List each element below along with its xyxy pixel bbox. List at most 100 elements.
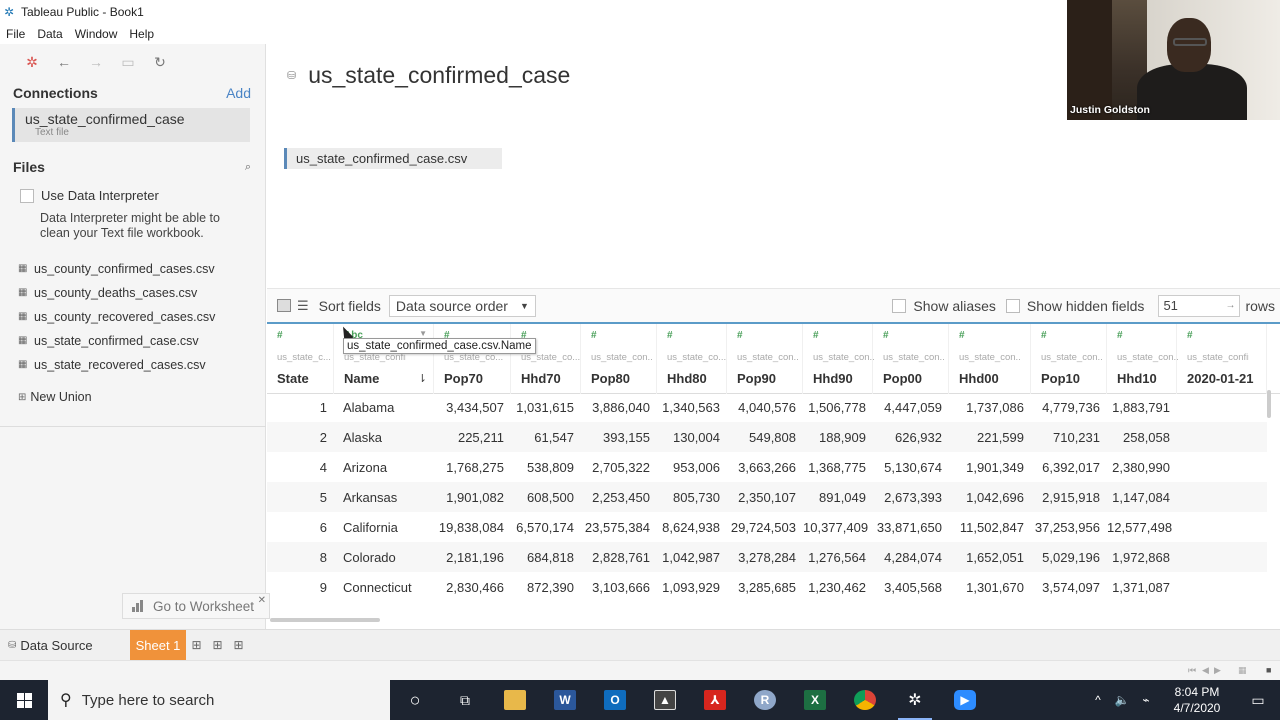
file-item[interactable]: ▦ us_county_deaths_cases.csv (0, 281, 265, 305)
new-worksheet-icon[interactable]: ⊞ (186, 638, 207, 652)
column-header[interactable]: # us_state_con... Hhd00 (949, 324, 1031, 394)
volume-icon[interactable]: 🔈 (1110, 693, 1134, 707)
cortana-icon[interactable]: ○ (390, 680, 440, 720)
type-icon[interactable]: # (277, 330, 283, 341)
tab-sheet1[interactable]: Sheet 1 (130, 629, 186, 661)
show-aliases-checkbox[interactable] (892, 298, 907, 313)
type-icon[interactable]: # (667, 330, 673, 341)
new-story-icon[interactable]: ⊞ (228, 638, 249, 652)
search-icon: ⚲ (60, 692, 72, 709)
column-header[interactable]: # us_state_con... Hhd90 (803, 324, 875, 394)
network-icon[interactable]: ⌁ (1134, 693, 1158, 707)
file-explorer-icon[interactable] (490, 680, 540, 720)
notification-icon[interactable]: ▭ (1236, 692, 1280, 709)
r-icon[interactable]: R (740, 680, 790, 720)
column-header[interactable]: # us_state_confirme... 2020-01-21 (1177, 324, 1267, 394)
chevron-up-icon[interactable]: ^ (1086, 693, 1110, 707)
column-header[interactable]: # us_state_con... Hhd10 (1107, 324, 1179, 394)
grid-view-icon[interactable]: ▦ (1238, 665, 1247, 676)
type-icon[interactable]: # (813, 330, 819, 341)
column-header[interactable]: # us_state_con... Pop00 (873, 324, 949, 394)
table-cell: 2,828,761 (592, 550, 650, 565)
forward-icon[interactable]: → (80, 54, 112, 70)
data-interpreter-option[interactable]: Use Data Interpreter (20, 188, 265, 203)
add-connection-link[interactable]: Add (226, 85, 251, 101)
close-icon[interactable]: ✕ (258, 595, 266, 606)
file-item[interactable]: ▦ us_state_confirmed_case.csv (0, 329, 265, 353)
type-icon[interactable]: # (737, 330, 743, 341)
type-icon[interactable]: # (959, 330, 965, 341)
word-icon[interactable]: W (540, 680, 590, 720)
zoom-icon[interactable]: ▶ (940, 680, 990, 720)
nav-prev-icon[interactable]: ◀ (1202, 665, 1209, 676)
clock[interactable]: 8:04 PM 4/7/2020 (1158, 684, 1236, 716)
save-icon[interactable]: ▭ (112, 54, 144, 71)
new-union-item[interactable]: ⊞ New Union (0, 385, 265, 409)
column-name[interactable]: Pop80 (591, 371, 630, 386)
sort-fields-dropdown[interactable]: Data source order ▼ (388, 294, 536, 317)
chevron-down-icon[interactable]: ▼ (419, 329, 427, 338)
list-view-icon[interactable]: ☰ (297, 298, 309, 314)
column-name[interactable]: Hhd70 (521, 371, 561, 386)
column-name[interactable]: 2020-01-21 (1187, 371, 1254, 386)
column-name[interactable]: Pop10 (1041, 371, 1080, 386)
file-item[interactable]: ▦ us_county_recovered_cases.csv (0, 305, 265, 329)
column-header[interactable]: # us_state_con... Pop90 (727, 324, 803, 394)
chrome-icon[interactable] (840, 680, 890, 720)
column-name[interactable]: Pop90 (737, 371, 776, 386)
column-name[interactable]: Pop00 (883, 371, 922, 386)
column-name[interactable]: Hhd80 (667, 371, 707, 386)
column-name[interactable]: Name (344, 371, 379, 386)
data-interpreter-checkbox[interactable] (20, 188, 34, 203)
excel-icon[interactable]: X (790, 680, 840, 720)
refresh-icon[interactable]: ↻ (144, 54, 176, 71)
column-name[interactable]: Hhd00 (959, 371, 999, 386)
column-name[interactable]: State (277, 371, 309, 386)
menu-help[interactable]: Help (123, 27, 160, 41)
type-icon[interactable]: # (883, 330, 889, 341)
column-header[interactable]: # us_state_co... Hhd70 (511, 324, 581, 394)
nav-first-icon[interactable]: ⏮ (1188, 665, 1196, 676)
rows-input[interactable]: 51 → (1158, 294, 1241, 317)
vertical-scrollbar[interactable] (1267, 390, 1271, 418)
tableau-taskbar-icon[interactable]: ✲ (890, 680, 940, 720)
nav-next-icon[interactable]: ▶ (1214, 665, 1221, 676)
photos-icon[interactable]: ▲ (640, 680, 690, 720)
task-view-icon[interactable]: ⧉ (440, 680, 490, 720)
table-pill[interactable]: us_state_confirmed_case.csv (284, 148, 502, 169)
acrobat-icon[interactable]: ⅄ (690, 680, 740, 720)
tab-data-source[interactable]: ⛁ Data Source (0, 638, 130, 653)
tableau-home-icon[interactable]: ✲ (16, 54, 48, 71)
film-strip-icon[interactable]: ■ (1266, 665, 1271, 675)
column-header[interactable]: # us_state_con... Pop80 (581, 324, 657, 394)
show-hidden-checkbox[interactable] (1005, 298, 1020, 313)
column-name[interactable]: Pop70 (444, 371, 483, 386)
new-dashboard-icon[interactable]: ⊞ (207, 638, 228, 652)
go-to-worksheet-button[interactable]: Go to Worksheet ✕ (122, 593, 270, 619)
type-icon[interactable]: # (1117, 330, 1123, 341)
column-name[interactable]: Hhd90 (813, 371, 853, 386)
file-item[interactable]: ▦ us_state_recovered_cases.csv (0, 353, 265, 377)
grid-view-icon[interactable] (277, 299, 291, 312)
data-source-name[interactable]: us_state_confirmed_case (308, 62, 570, 89)
taskbar-search[interactable]: ⚲ Type here to search (48, 680, 390, 720)
type-icon[interactable]: # (1187, 330, 1193, 341)
menu-file[interactable]: File (0, 27, 31, 41)
start-button[interactable] (0, 680, 48, 720)
type-icon[interactable]: # (591, 330, 597, 341)
menu-data[interactable]: Data (31, 27, 68, 41)
column-header[interactable]: # us_state_con... Pop10 (1031, 324, 1107, 394)
column-header[interactable]: # us_state_co... Pop70 (434, 324, 511, 394)
sort-icon[interactable]: ⇂ (418, 372, 427, 385)
file-item[interactable]: ▦ us_county_confirmed_cases.csv (0, 257, 265, 281)
column-name[interactable]: Hhd10 (1117, 371, 1157, 386)
outlook-icon[interactable]: O (590, 680, 640, 720)
connection-item[interactable]: us_state_confirmed_case Text file (12, 108, 250, 142)
column-header[interactable]: # us_state_c... State (267, 324, 334, 394)
back-icon[interactable]: ← (48, 54, 80, 70)
horizontal-scrollbar[interactable] (270, 618, 380, 622)
column-header[interactable]: # us_state_co... Hhd80 (657, 324, 727, 394)
menu-window[interactable]: Window (69, 27, 124, 41)
type-icon[interactable]: # (1041, 330, 1047, 341)
search-icon[interactable]: ⌕ (245, 161, 251, 174)
